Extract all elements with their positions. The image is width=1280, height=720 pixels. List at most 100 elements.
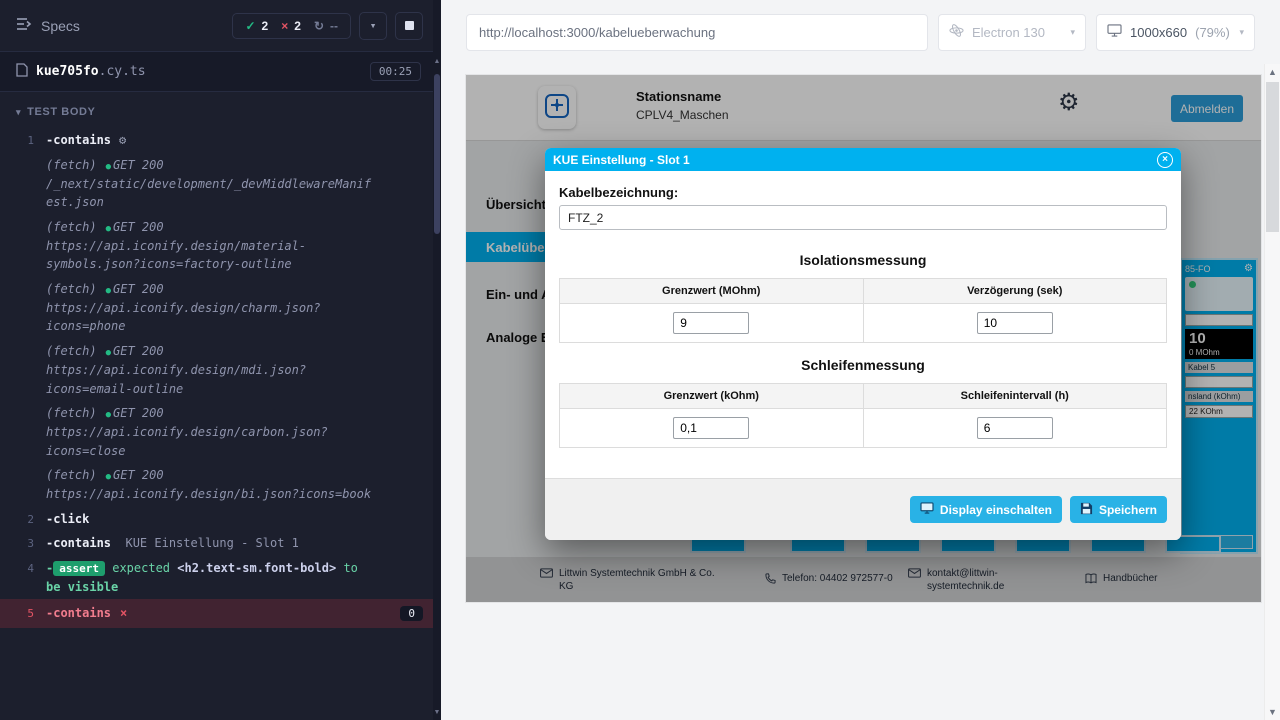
test-step-contains-2[interactable]: 3 -contains KUE Einstellung - Slot 1 (0, 531, 433, 556)
network-log-charm[interactable]: (fetch)●GET 200 https://api.iconify.desi… (0, 277, 433, 339)
viewport-icon (1107, 24, 1122, 40)
scroll-up-icon[interactable]: ▲ (433, 58, 441, 65)
scroll-down-icon[interactable]: ▼ (1265, 707, 1280, 717)
status-dot-icon: ● (106, 162, 111, 172)
test-step-contains-1[interactable]: 1 -contains⚙ (0, 128, 433, 153)
spec-file-row[interactable]: kue705fo.cy.ts 00:25 (0, 52, 433, 92)
test-step-contains-failed[interactable]: 5 -contains× 0 (0, 599, 433, 628)
network-log-carbon[interactable]: (fetch)●GET 200 https://api.iconify.desi… (0, 401, 433, 463)
line-number: 3 (0, 534, 46, 553)
aut-pane: Electron 130 ▾ 1000x660 (79%) ▾ (441, 0, 1264, 720)
loop-table: Grenzwert (kOhm) Schleifenintervall (h) (559, 383, 1167, 448)
reporter-header: Specs ✓ 2 × 2 ↻ -- ▾ (0, 0, 433, 52)
gear-icon: ⚙ (119, 133, 126, 147)
fail-x-icon: × (120, 606, 127, 620)
status-dot-icon: ● (106, 472, 111, 482)
assert-badge: assert (53, 561, 105, 576)
request-url: https://api.iconify.design/charm.json?ic… (46, 299, 378, 336)
kue-settings-modal: KUE Einstellung - Slot 1 × Kabelbezeichn… (545, 148, 1181, 540)
status-dot-icon: ● (106, 410, 111, 420)
scroll-up-icon[interactable]: ▲ (1265, 67, 1280, 77)
command-log: 1 -contains⚙ (fetch)●GET 200 /_next/stat… (0, 128, 433, 628)
assert-selector: <h2.text-sm.font-bold> (177, 561, 336, 575)
line-number: 2 (0, 510, 46, 529)
isolation-delay-input[interactable] (977, 312, 1053, 334)
network-log-bi[interactable]: (fetch)●GET 200 https://api.iconify.desi… (0, 463, 433, 507)
network-log-material-symbols[interactable]: (fetch)●GET 200 https://api.iconify.desi… (0, 215, 433, 277)
status-dot-icon: ● (106, 224, 111, 234)
modal-title: KUE Einstellung - Slot 1 (553, 153, 690, 167)
page-scrollbar[interactable]: ▲ ▼ (1264, 0, 1280, 720)
status-dot-icon: ● (106, 348, 111, 358)
app-under-test: Stationsname CPLV4_Maschen ⚙ Abmelden Üb… (466, 75, 1261, 602)
match-count-badge: 0 (400, 606, 423, 621)
loop-interval-input[interactable] (977, 417, 1053, 439)
line-number: 4 (0, 559, 46, 596)
modal-header: KUE Einstellung - Slot 1 × (545, 148, 1181, 171)
line-number: 1 (0, 131, 46, 150)
stop-button[interactable] (395, 12, 423, 40)
save-button[interactable]: Speichern (1070, 496, 1167, 523)
viewport-select[interactable]: 1000x660 (79%) ▾ (1096, 14, 1255, 51)
stat-passed: ✓ 2 (245, 19, 268, 33)
network-log-mdi[interactable]: (fetch)●GET 200 https://api.iconify.desi… (0, 339, 433, 401)
reporter-scrollbar[interactable]: ▲ ▼ (433, 0, 441, 720)
chevron-down-icon: ▾ (1070, 27, 1075, 38)
column-header: Verzögerung (sek) (863, 279, 1167, 304)
loop-section-title: Schleifenmessung (559, 357, 1167, 373)
stat-pending: ↻ -- (314, 19, 338, 33)
screen: Specs ✓ 2 × 2 ↻ -- ▾ (0, 0, 1280, 720)
display-icon (920, 502, 934, 517)
spec-name: kue705fo.cy.ts (36, 64, 146, 79)
status-dot-icon: ● (106, 286, 111, 296)
loop-limit-input[interactable] (673, 417, 749, 439)
isolation-table: Grenzwert (MOhm) Verzögerung (sek) (559, 278, 1167, 343)
cross-icon: × (281, 19, 288, 33)
specs-menu-icon[interactable] (16, 16, 32, 35)
column-header: Schleifenintervall (h) (863, 384, 1167, 409)
scrollbar-thumb[interactable] (434, 74, 440, 234)
display-on-button[interactable]: Display einschalten (910, 496, 1062, 523)
scrollbar-thumb[interactable] (1266, 82, 1279, 232)
request-url: /_next/static/development/_devMiddleware… (46, 175, 378, 212)
browser-select[interactable]: Electron 130 ▾ (938, 14, 1086, 51)
stat-failed: × 2 (281, 19, 301, 33)
aut-container: Stationsname CPLV4_Maschen ⚙ Abmelden Üb… (441, 64, 1264, 602)
line-number: 5 (0, 604, 46, 623)
request-url: https://api.iconify.design/carbon.json?i… (46, 423, 378, 460)
spec-timer: 00:25 (370, 62, 421, 81)
request-url: https://api.iconify.design/bi.json?icons… (46, 485, 378, 504)
zoom-level: (79%) (1195, 25, 1230, 40)
cable-name-input[interactable] (559, 205, 1167, 230)
test-body-toggle[interactable]: ▾ TEST BODY (0, 92, 433, 126)
caret-down-icon: ▾ (16, 107, 21, 118)
close-icon[interactable]: × (1157, 152, 1173, 168)
refresh-icon: ↻ (314, 19, 324, 33)
modal-footer: Display einschalten Speichern (545, 478, 1181, 540)
test-step-click[interactable]: 2 -click (0, 507, 433, 532)
collapse-button[interactable]: ▾ (359, 12, 387, 40)
cable-name-label: Kabelbezeichnung: (559, 185, 1167, 200)
scroll-down-icon[interactable]: ▼ (433, 709, 441, 716)
column-header: Grenzwert (kOhm) (560, 384, 864, 409)
chevron-down-icon: ▾ (370, 19, 377, 32)
electron-icon (949, 23, 964, 41)
stop-icon (405, 21, 414, 30)
column-header: Grenzwert (MOhm) (560, 279, 864, 304)
test-stats: ✓ 2 × 2 ↻ -- (232, 13, 351, 39)
network-log-devmanifest[interactable]: (fetch)●GET 200 /_next/static/developmen… (0, 153, 433, 215)
contains-arg: KUE Einstellung - Slot 1 (125, 536, 298, 550)
save-floppy-icon (1080, 502, 1093, 518)
modal-body: Kabelbezeichnung: Isolationsmessung Gren… (545, 171, 1181, 478)
url-input[interactable] (466, 14, 928, 51)
check-icon: ✓ (245, 19, 255, 33)
chevron-down-icon: ▾ (1239, 27, 1244, 38)
aut-toolbar: Electron 130 ▾ 1000x660 (79%) ▾ (441, 0, 1264, 64)
specs-label[interactable]: Specs (41, 18, 80, 34)
spec-file-icon (16, 62, 28, 81)
isolation-limit-input[interactable] (673, 312, 749, 334)
test-step-assert[interactable]: 4 -assert expected <h2.text-sm.font-bold… (0, 556, 433, 599)
request-url: https://api.iconify.design/material-symb… (46, 237, 378, 274)
cypress-reporter: Specs ✓ 2 × 2 ↻ -- ▾ (0, 0, 433, 720)
isolation-section-title: Isolationsmessung (559, 252, 1167, 268)
